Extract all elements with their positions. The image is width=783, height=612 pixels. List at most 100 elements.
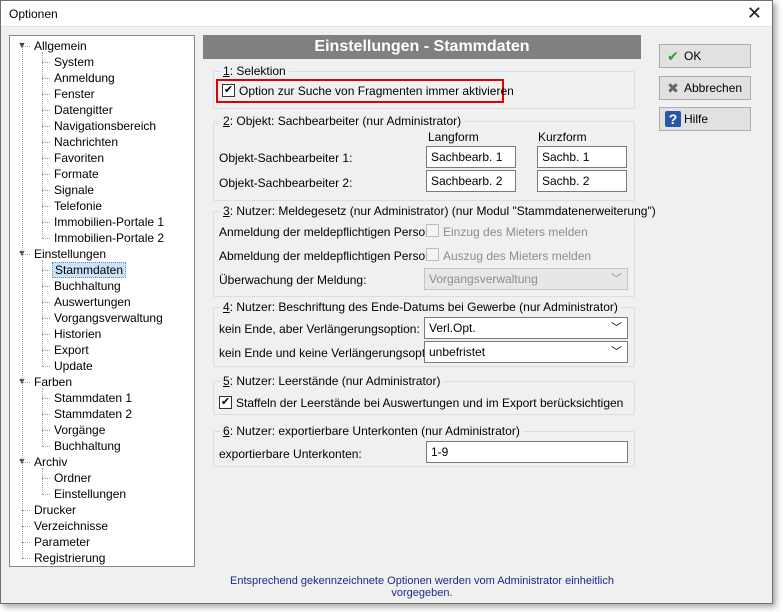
tree-item-label: Vorgänge [54,423,106,437]
tree-item[interactable]: Stammdaten 1 [52,390,134,406]
tree-item[interactable]: Immobilien-Portale 1 [52,214,166,230]
sachbearbeiter-1-label: Objekt-Sachbearbeiter 1: [219,151,353,165]
group-title: 1: Selektion [220,64,289,78]
tree-item[interactable]: Parameter [32,534,92,550]
tree-connector [42,126,50,127]
options-tree[interactable]: Allgemein ▼ System Anmeldung Fenster Datengit… [9,35,195,567]
settings-panel: Einstellungen - Stammdaten 1: Selektion … [203,35,659,567]
tree-item[interactable]: Update [52,358,95,374]
tree-item-label: Einstellungen [54,487,127,501]
tree-connector [42,366,50,367]
tree-item-label: Parameter [34,535,91,549]
tree-item[interactable]: Navigationsbereich [52,118,158,134]
tree-item-label: Export [54,343,89,357]
admin-footnote: Entsprechend gekennzeichnete Optionen we… [229,575,614,599]
window-title: Optionen [9,7,58,21]
help-icon: ? [665,111,681,127]
sachbearbeiter-1-short-input[interactable]: Sachb. 1 [537,146,627,168]
ok-button[interactable]: ✔ OK [659,44,751,68]
close-icon[interactable]: ✕ [747,3,762,24]
tree-item[interactable]: Auswertungen [52,294,133,310]
tree-item-label: Farben [34,375,73,389]
tree-branch-line [42,388,43,446]
tree-connector [42,318,50,319]
titlebar: Optionen ✕ [1,1,772,27]
tree-connector [42,142,50,143]
panel-title: Einstellungen - Stammdaten [203,35,641,59]
group-title: 6: Nutzer: exportierbare Unterkonten (nu… [220,424,523,438]
tree-item-label: Formate [54,167,99,181]
tree-branch-line [42,52,43,238]
tree-item[interactable]: Verzeichnisse [32,518,110,534]
tree-item-label: Fenster [54,87,95,101]
tree-branch-line [42,468,43,494]
tree-item[interactable]: Nachrichten [52,134,120,150]
help-button[interactable]: ? Hilfe [659,107,751,131]
tree-item[interactable]: Buchhaltung [52,278,123,294]
tree-item[interactable]: Allgemein [32,38,89,54]
tree-item[interactable]: Datengitter [52,102,115,118]
tree-item[interactable]: Anmeldung [52,70,117,86]
tree-item[interactable]: Export [52,342,91,358]
tree-connector [22,542,30,543]
tree-root-line [22,46,23,558]
tree-item[interactable]: Stammdaten 2 [52,406,134,422]
tree-item-label: Telefonie [54,199,103,213]
unterkonten-input[interactable]: 1-9 [426,441,628,463]
verlaengerung-select[interactable]: Verl.Opt. ﹀ [424,317,628,339]
group-title: 2: Objekt: Sachbearbeiter (nur Administr… [220,114,465,128]
tree-item[interactable]: Ordner [52,470,93,486]
tree-item[interactable]: System [52,54,96,70]
tree-item-label: Immobilien-Portale 2 [54,231,165,245]
tree-item[interactable]: Historien [52,326,103,342]
tree-connector [42,430,50,431]
tree-item[interactable]: Formate [52,166,101,182]
einzug-checkbox[interactable] [426,224,439,237]
tree-item[interactable]: Buchhaltung [52,438,123,454]
tree-connector [42,222,50,223]
tree-item[interactable]: Einstellungen [52,486,128,502]
chevron-down-icon: ﹀ [611,346,622,358]
tree-connector [42,446,50,447]
tree-item[interactable]: Farben [32,374,74,390]
sachbearbeiter-2-short-input[interactable]: Sachb. 2 [537,170,627,192]
tree-connector [42,158,50,159]
auszug-checkbox[interactable] [426,248,439,261]
cancel-button[interactable]: ✖ Abbrechen [659,76,751,100]
tree-item[interactable]: Signale [52,182,96,198]
tree-connector [42,110,50,111]
cross-icon: ✖ [667,80,679,96]
tree-item[interactable]: Fenster [52,86,97,102]
cancel-label: Abbrechen [684,81,743,95]
tree-item[interactable]: Immobilien-Portale 2 [52,230,166,246]
tree-item-label: Historien [54,327,102,341]
check-icon: ✔ [667,48,679,64]
tree-item-label: Ordner [54,471,92,485]
tree-item-label: Drucker [34,503,77,517]
tree-item-label: Update [54,359,93,373]
tree-item[interactable]: Drucker [32,502,78,518]
tree-connector [42,206,50,207]
unbefristet-select[interactable]: unbefristet ﹀ [424,341,628,363]
auszug-label: Auszug des Mieters melden [443,249,592,263]
tree-item[interactable]: Einstellungen [32,246,108,262]
tree-item[interactable]: Telefonie [52,198,104,214]
sachbearbeiter-2-long-input[interactable]: Sachbearb. 2 [426,170,516,192]
tree-item-label: Stammdaten 1 [54,391,133,405]
tree-item[interactable]: Registrierung [32,550,107,566]
tree-item[interactable]: Favoriten [52,150,106,166]
tree-connector [42,238,50,239]
tree-item[interactable]: Vorgangsverwaltung [52,310,165,326]
leerstaende-checkbox[interactable]: ✔ [219,396,232,409]
fragment-search-label: Option zur Suche von Fragmenten immer ak… [239,84,514,98]
ueberwachung-select[interactable]: Vorgangsverwaltung ﹀ [424,268,628,290]
tree-connector [42,286,50,287]
sachbearbeiter-1-long-input[interactable]: Sachbearb. 1 [426,146,516,168]
tree-item[interactable]: Vorgänge [52,422,107,438]
einzug-label: Einzug des Mieters melden [443,225,588,239]
group-title: 3: Nutzer: Meldegesetz (nur Administrato… [220,204,659,218]
fragment-search-checkbox[interactable]: ✔ [222,84,235,97]
tree-item[interactable]: Stammdaten [52,262,127,278]
tree-item[interactable]: Archiv [32,454,69,470]
anmeldung-label: Anmeldung der meldepflichtigen Person: [219,225,436,239]
